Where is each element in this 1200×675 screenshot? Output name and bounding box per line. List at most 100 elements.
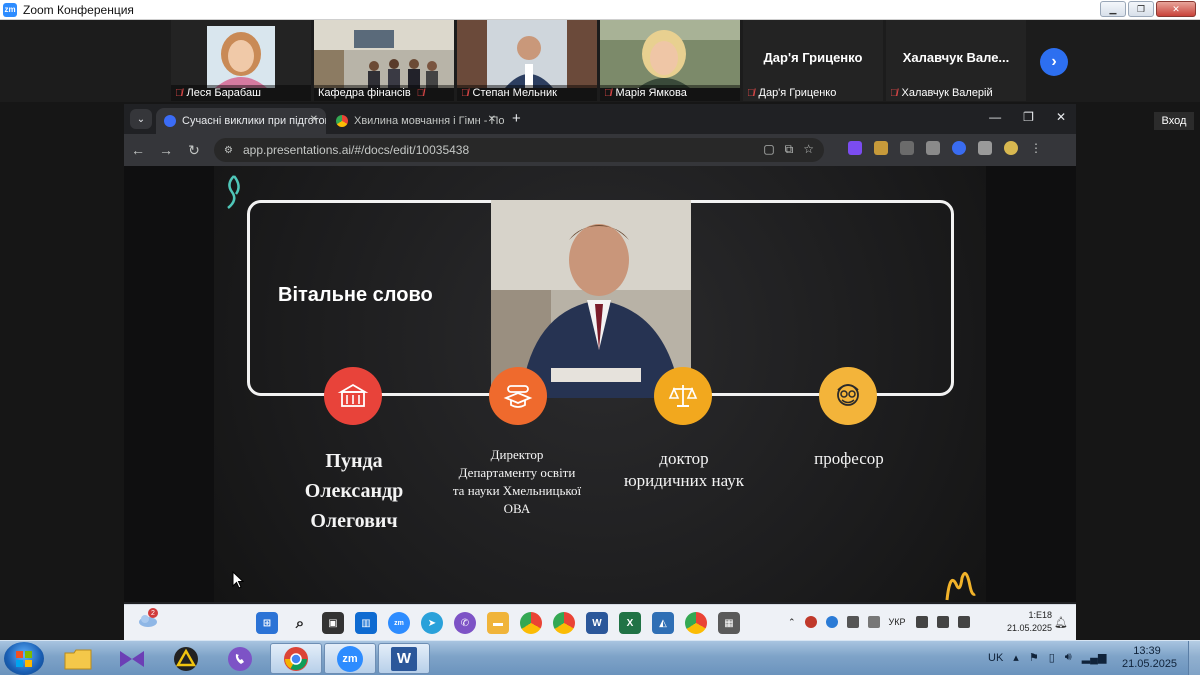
photos-icon[interactable]: ◭ <box>652 612 674 634</box>
viber-taskbar-icon[interactable] <box>214 643 266 674</box>
new-tab-icon[interactable]: + <box>512 110 521 127</box>
viber-icon[interactable]: ✆ <box>454 612 476 634</box>
swirl-decoration-icon <box>227 175 240 209</box>
tab-close-icon[interactable]: ✕ <box>310 114 318 125</box>
task-view-icon[interactable]: ▣ <box>322 612 344 634</box>
position-line: ОВА <box>503 501 531 516</box>
visual-studio-taskbar-icon[interactable] <box>106 643 158 674</box>
wifi-icon[interactable] <box>915 616 928 628</box>
extension-icon[interactable] <box>926 141 940 155</box>
tab-search-icon[interactable]: ⌄ <box>130 109 152 129</box>
close-button[interactable]: ✕ <box>1156 1 1196 17</box>
zoom-app-icon[interactable]: zm <box>388 612 410 634</box>
tray-chevron-icon[interactable]: ⌃ <box>788 617 796 628</box>
tray-expand-icon[interactable]: ▴ <box>1013 651 1019 664</box>
participant-tile[interactable]: Дар'я Гриценко 🎙̸ Дар'я Гриценко <box>743 20 883 101</box>
presentations-favicon-icon <box>164 115 176 127</box>
weather-badge: 2 <box>148 608 158 618</box>
battery-icon[interactable] <box>957 616 970 628</box>
extension-icon[interactable] <box>952 141 966 155</box>
chrome-taskbar-icon[interactable] <box>270 643 322 674</box>
screen: zm Zoom Конференция ▁ ❐ ✕ 🎙̸ Леся Бараба… <box>0 0 1200 675</box>
speaker-name: Пунда Олександр Олегович <box>274 446 434 536</box>
site-info-icon[interactable]: ⚙ <box>224 145 233 156</box>
participant-display-name: Халавчук Вале... <box>902 50 1010 65</box>
notification-bell-icon[interactable]: 🔔︎ <box>1054 616 1068 629</box>
volume-icon[interactable]: 🔊︎ <box>1065 651 1072 664</box>
screenshot-icon[interactable]: ▢ <box>763 142 774 157</box>
chrome-icon[interactable] <box>520 612 542 634</box>
trello-icon[interactable]: ▥ <box>355 612 377 634</box>
network-app-icon[interactable] <box>846 616 859 628</box>
reload-icon[interactable]: ↻ <box>180 142 208 159</box>
address-bar[interactable]: ⚙ app.presentations.ai/#/docs/edit/10035… <box>214 138 824 162</box>
mic-muted-icon: 🎙̸ <box>747 87 755 99</box>
word-icon[interactable]: W <box>586 612 608 634</box>
zoom-taskbar-icon[interactable]: zm <box>324 643 376 674</box>
chrome-close-icon[interactable]: ✕ <box>1056 110 1066 124</box>
chrome-icon[interactable] <box>685 612 707 634</box>
forward-arrow-icon[interactable]: → <box>152 142 180 158</box>
maximize-button[interactable]: ❐ <box>1128 1 1154 17</box>
participant-strip: 🎙̸ Леся Барабаш Кафедра фінансів 🎙̸ 🎙̸ С… <box>0 20 1200 102</box>
archicad-taskbar-icon[interactable] <box>160 643 212 674</box>
input-language[interactable]: UK <box>988 652 1003 664</box>
chrome-profile-icon[interactable] <box>553 612 575 634</box>
remote-clock[interactable]: 1:E18 21.05.2025 <box>996 609 1052 635</box>
excel-icon[interactable]: X <box>619 612 641 634</box>
start-button-icon[interactable] <box>4 642 44 675</box>
antivirus-icon[interactable] <box>804 616 817 628</box>
participant-tile[interactable]: 🎙̸ Леся Барабаш <box>171 20 311 101</box>
participant-tile[interactable]: 🎙̸ Марія Ямкова <box>600 20 740 101</box>
profile-avatar-icon[interactable] <box>1004 141 1018 155</box>
extension-icon[interactable] <box>874 141 888 155</box>
pen-icon[interactable] <box>867 616 880 628</box>
extension-icon[interactable] <box>900 141 914 155</box>
translate-icon[interactable]: ⧉ <box>785 142 794 157</box>
slide-title: Вітальне слово <box>278 284 433 306</box>
participant-tile[interactable]: 🎙̸ Степан Мельник <box>457 20 597 101</box>
participant-tile[interactable]: Халавчук Вале... 🎙̸ Халавчук Валерій <box>886 20 1026 101</box>
chrome-restore-icon[interactable]: ❐ <box>1023 110 1034 124</box>
position-line: Департаменту освіти <box>458 465 576 480</box>
local-clock[interactable]: 13:39 21.05.2025 <box>1122 645 1177 671</box>
action-center-flag-icon[interactable]: ⚑ <box>1029 651 1039 664</box>
participant-tile[interactable]: Кафедра фінансів 🎙̸ <box>314 20 454 101</box>
chrome-window-controls: — ❐ ✕ <box>989 110 1066 124</box>
search-icon[interactable]: ⌕ <box>289 612 311 634</box>
onedrive-icon[interactable] <box>825 616 838 628</box>
extension-icon[interactable] <box>848 141 862 155</box>
zoom-icon: zm <box>337 645 363 672</box>
file-explorer-icon[interactable]: ▬ <box>487 612 509 634</box>
local-time: 13:39 <box>1133 645 1161 657</box>
telegram-icon[interactable]: ➤ <box>421 612 443 634</box>
battery-icon[interactable]: ▯ <box>1049 651 1055 664</box>
network-signal-icon[interactable]: ▂▄▆ <box>1082 651 1107 664</box>
word-taskbar-icon[interactable]: W <box>378 643 430 674</box>
diploma-circle <box>489 367 547 425</box>
back-arrow-icon[interactable]: ← <box>124 142 152 158</box>
show-desktop-button[interactable] <box>1188 641 1200 675</box>
windows-start-icon[interactable]: ⊞ <box>256 612 278 634</box>
bookmark-star-icon[interactable]: ☆ <box>803 142 814 157</box>
calculator-icon[interactable]: ▦ <box>718 612 740 634</box>
volume-icon[interactable] <box>936 616 949 628</box>
windows-logo-icon <box>16 650 32 667</box>
remote-system-tray: ⌃ УКР <box>788 616 970 628</box>
browser-tab[interactable]: Хвилина мовчання і Гімн - Пош ✕ <box>328 108 504 134</box>
mouse-cursor-icon <box>232 571 244 589</box>
keyboard-language[interactable]: УКР <box>889 617 907 627</box>
minimize-button[interactable]: ▁ <box>1100 1 1126 17</box>
next-page-arrow-icon[interactable]: › <box>1040 48 1068 76</box>
chrome-minimize-icon[interactable]: — <box>989 110 1001 124</box>
viber-icon <box>228 646 252 671</box>
participant-video <box>457 20 597 88</box>
local-system-tray: UK ▴ ⚑ ▯ 🔊︎ ▂▄▆ <box>988 651 1106 664</box>
tab-close-icon[interactable]: ✕ <box>488 114 496 125</box>
chrome-menu-icon[interactable]: ⋮ <box>1030 141 1042 155</box>
speaker-academic-title: професор <box>814 449 884 468</box>
explorer-taskbar-icon[interactable] <box>52 643 104 674</box>
extensions-puzzle-icon[interactable] <box>978 141 992 155</box>
google-favicon-icon <box>336 115 348 127</box>
browser-tab-active[interactable]: Сучасні виклики при підготов ✕ <box>156 108 326 134</box>
